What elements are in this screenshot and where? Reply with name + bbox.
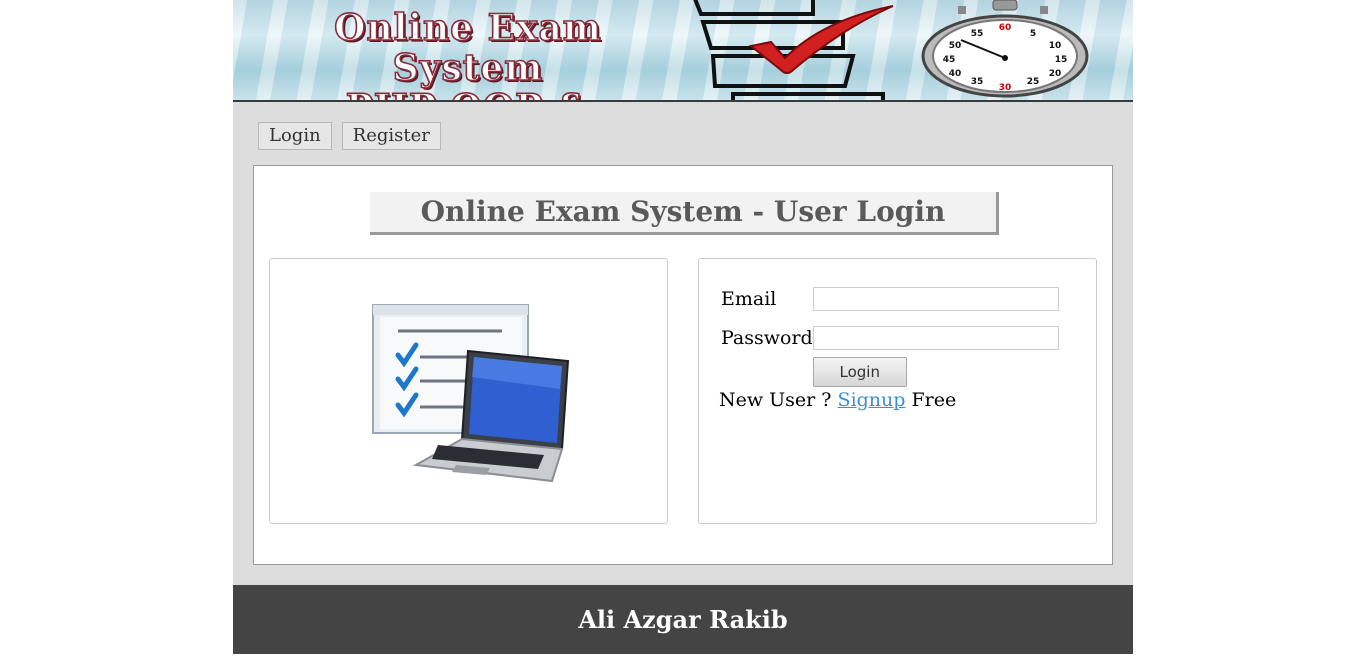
- page-container: Online Exam System PHP OOP & MySQLi: [233, 0, 1133, 654]
- exam-laptop-illustration: [372, 304, 570, 483]
- login-button[interactable]: Login: [812, 357, 907, 387]
- checkmark-icon: [748, 5, 894, 74]
- clock-number: 55: [971, 29, 984, 39]
- clock-number: 5: [1030, 29, 1036, 39]
- menu-register-link[interactable]: Register: [341, 122, 441, 150]
- main-content: Online Exam System - User Login Email Pa…: [253, 165, 1113, 565]
- page-title: Online Exam System - User Login: [370, 192, 999, 235]
- email-field[interactable]: [812, 286, 1059, 311]
- login-form: Email Password Login: [719, 279, 1059, 387]
- free-text: Free: [911, 389, 957, 411]
- banner-title-line2: PHP OOP & MySQLi: [263, 87, 673, 100]
- new-user-text: New User ?: [719, 389, 832, 411]
- clock-number: 35: [971, 77, 984, 87]
- banner-title-line1: Online Exam System: [333, 7, 602, 89]
- banner-illustration: 60 5 10 15 20 25 30 35 40 45 50 55: [693, 0, 1089, 100]
- clock-number: 15: [1055, 55, 1068, 65]
- email-label: Email: [721, 287, 777, 310]
- illustration-panel: [269, 258, 668, 524]
- banner-title: Online Exam System PHP OOP & MySQLi: [263, 7, 673, 100]
- header-banner: Online Exam System PHP OOP & MySQLi: [233, 0, 1133, 102]
- clock-number: 20: [1049, 69, 1062, 79]
- clock-number: 45: [943, 55, 956, 65]
- signup-link[interactable]: Signup: [838, 389, 906, 411]
- clock-number: 60: [999, 23, 1012, 33]
- login-panel: Email Password Login New User ? Signup F…: [698, 258, 1097, 524]
- password-label: Password: [721, 326, 813, 349]
- clock-number: 10: [1049, 41, 1062, 51]
- checklist-boxes-icon: [693, 0, 885, 100]
- clock-number: 50: [949, 41, 962, 51]
- footer: Ali Azgar Rakib: [233, 585, 1133, 654]
- clock-number: 30: [999, 83, 1012, 93]
- menu-login-link[interactable]: Login: [258, 122, 332, 150]
- clock-number: 25: [1027, 77, 1040, 87]
- stopwatch-icon: 60 5 10 15 20 25 30 35 40 45 50 55: [921, 0, 1089, 98]
- signup-text: New User ? Signup Free: [719, 389, 956, 411]
- login-form-table: Email Password Login: [719, 279, 1059, 387]
- top-menu: Login Register: [258, 122, 441, 150]
- clock-number: 40: [949, 69, 962, 79]
- password-field[interactable]: [812, 325, 1059, 350]
